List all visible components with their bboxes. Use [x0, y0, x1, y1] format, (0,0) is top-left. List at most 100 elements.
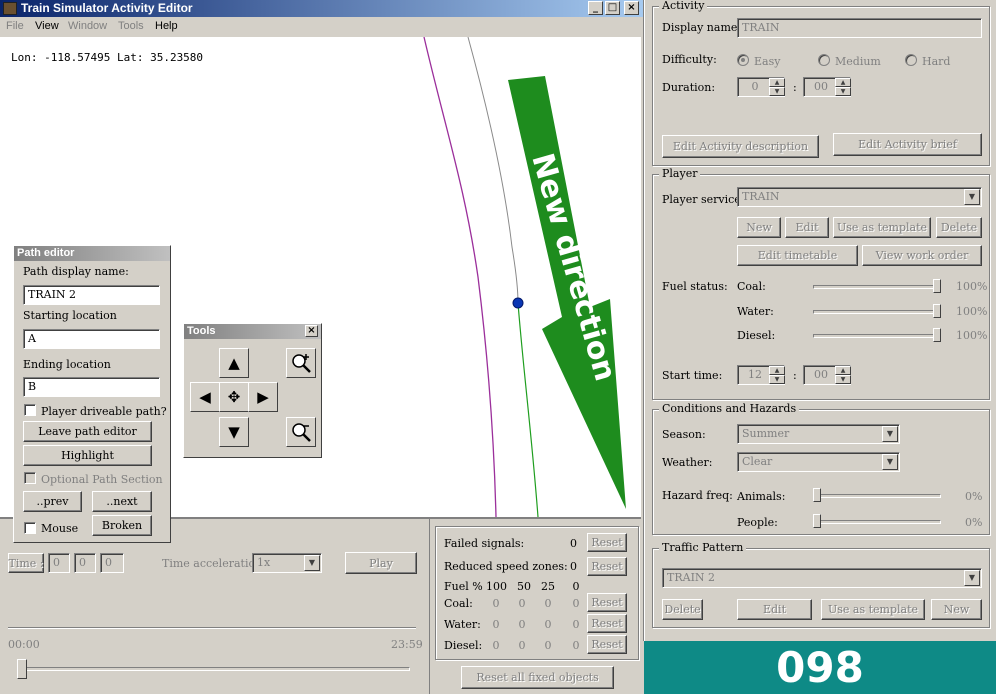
player-coal-label: Coal: [737, 280, 766, 293]
reset-diesel-button[interactable]: Reset [587, 635, 627, 654]
spin-down-icon[interactable]: ▼ [769, 375, 785, 384]
timeline-slider-thumb[interactable] [17, 659, 27, 679]
difficulty-medium-radio[interactable] [818, 54, 830, 66]
next-button[interactable]: ..next [92, 491, 152, 512]
broken-button[interactable]: Broken [92, 515, 152, 536]
animals-percent: 0% [965, 490, 983, 503]
player-diesel-label: Diesel: [737, 329, 776, 342]
conditions-group: Conditions and Hazards Season: Summer ▼ W… [652, 403, 990, 535]
timeline-track[interactable] [18, 667, 410, 671]
player-service-label: Player service: [662, 193, 745, 206]
reset-signals-button[interactable]: Reset [587, 533, 627, 552]
start-hours-spinner[interactable]: ▲ ▼ [769, 366, 785, 384]
start-minutes-spinner[interactable]: ▲ ▼ [835, 366, 851, 384]
optional-path-checkbox[interactable] [24, 472, 36, 484]
driveable-path-checkbox[interactable] [24, 404, 36, 416]
difficulty-easy-radio[interactable] [737, 54, 749, 66]
time-acceleration-select[interactable]: 1x ▼ [252, 553, 322, 573]
arrow-up-icon[interactable]: ▲ [219, 348, 249, 378]
reset-coal-button[interactable]: Reset [587, 593, 627, 612]
spin-up-icon[interactable]: ▲ [835, 366, 851, 375]
reset-all-fixed-objects-button[interactable]: Reset all fixed objects [461, 666, 614, 689]
close-button[interactable]: × [624, 1, 639, 15]
diesel-slider-track[interactable] [813, 334, 941, 338]
arrow-left-icon[interactable]: ◀ [190, 382, 220, 412]
edit-activity-description-button[interactable]: Edit Activity description [662, 135, 819, 158]
menu-file[interactable]: File [6, 17, 24, 36]
fuel-col-100: 100 [486, 580, 507, 593]
player-new-button[interactable]: New [737, 217, 781, 238]
spin-down-icon[interactable]: ▼ [835, 375, 851, 384]
zoom-out-icon[interactable] [286, 417, 316, 447]
player-service-select[interactable]: TRAIN ▼ [737, 187, 982, 207]
diesel-cell: 0 [544, 639, 552, 652]
reset-water-button[interactable]: Reset [587, 614, 627, 633]
traffic-pattern-select[interactable]: TRAIN 2 ▼ [662, 568, 982, 588]
zoom-in-icon[interactable] [286, 348, 316, 378]
time-seconds-field[interactable]: 0 [100, 553, 124, 573]
display-name-input[interactable]: TRAIN [737, 18, 982, 38]
spin-down-icon[interactable]: ▼ [835, 87, 851, 96]
coal-slider-track[interactable] [813, 285, 941, 289]
spin-up-icon[interactable]: ▲ [769, 366, 785, 375]
prev-button[interactable]: ..prev [23, 491, 82, 512]
diesel-slider-thumb[interactable] [933, 328, 941, 342]
menu-window[interactable]: Window [68, 17, 107, 36]
leave-path-editor-button[interactable]: Leave path editor [23, 421, 152, 442]
edit-timetable-button[interactable]: Edit timetable [737, 245, 858, 266]
spin-up-icon[interactable]: ▲ [769, 78, 785, 87]
hazard-freq-label: Hazard freq: [662, 489, 733, 502]
starting-location-input[interactable]: A [23, 329, 160, 349]
weather-select[interactable]: Clear ▼ [737, 452, 900, 472]
arrow-right-icon[interactable]: ▶ [248, 382, 278, 412]
duration-hours-spinner[interactable]: ▲ ▼ [769, 78, 785, 96]
traffic-delete-button[interactable]: Delete [662, 599, 703, 620]
path-display-name-input[interactable]: TRAIN 2 [23, 285, 160, 305]
chevron-down-icon: ▼ [304, 555, 320, 571]
time-minutes-field[interactable]: 0 [74, 553, 96, 573]
people-percent: 0% [965, 516, 983, 529]
water-slider-thumb[interactable] [933, 304, 941, 318]
maximize-button[interactable]: □ [605, 1, 620, 15]
difficulty-hard-radio[interactable] [905, 54, 917, 66]
tools-close-button[interactable]: × [305, 325, 318, 337]
arrow-down-icon[interactable]: ▼ [219, 417, 249, 447]
edit-activity-brief-button[interactable]: Edit Activity brief [833, 133, 982, 156]
spin-up-icon[interactable]: ▲ [835, 78, 851, 87]
player-use-as-template-button[interactable]: Use as template [833, 217, 931, 238]
view-work-order-button[interactable]: View work order [862, 245, 982, 266]
water-slider-track[interactable] [813, 310, 941, 314]
duration-minutes-spinner[interactable]: ▲ ▼ [835, 78, 851, 96]
mouse-checkbox[interactable] [24, 522, 36, 534]
reset-speed-zones-button[interactable]: Reset [587, 557, 627, 576]
minimize-button[interactable]: _ [588, 1, 603, 15]
player-delete-button[interactable]: Delete [936, 217, 982, 238]
highlight-button[interactable]: Highlight [23, 445, 152, 466]
menu-view[interactable]: View [35, 17, 59, 36]
right-pane-splitter[interactable] [643, 0, 645, 641]
move-center-icon[interactable]: ✥ [219, 382, 249, 412]
activity-group: Activity Display name: TRAIN Difficulty:… [652, 0, 990, 166]
menu-tools[interactable]: Tools [118, 17, 144, 36]
traffic-edit-button[interactable]: Edit [737, 599, 812, 620]
animals-slider-thumb[interactable] [813, 488, 821, 502]
spin-down-icon[interactable]: ▼ [769, 87, 785, 96]
start-hours-value: 12 [748, 368, 762, 381]
season-select[interactable]: Summer ▼ [737, 424, 900, 444]
season-label: Season: [662, 428, 706, 441]
player-water-label: Water: [737, 305, 774, 318]
player-edit-button[interactable]: Edit [785, 217, 829, 238]
traffic-use-as-template-button[interactable]: Use as template [821, 599, 925, 620]
coal-slider-thumb[interactable] [933, 279, 941, 293]
play-button[interactable]: Play [345, 552, 417, 574]
traffic-new-button[interactable]: New [931, 599, 982, 620]
water-cell: 0 [544, 618, 552, 631]
people-slider-track[interactable] [813, 520, 941, 524]
time-button[interactable]: Time : [8, 553, 44, 573]
menu-help[interactable]: Help [155, 17, 178, 36]
animals-slider-track[interactable] [813, 494, 941, 498]
people-slider-thumb[interactable] [813, 514, 821, 528]
time-hours-field[interactable]: 0 [48, 553, 70, 573]
display-name-label: Display name: [662, 21, 742, 34]
ending-location-input[interactable]: B [23, 377, 160, 397]
